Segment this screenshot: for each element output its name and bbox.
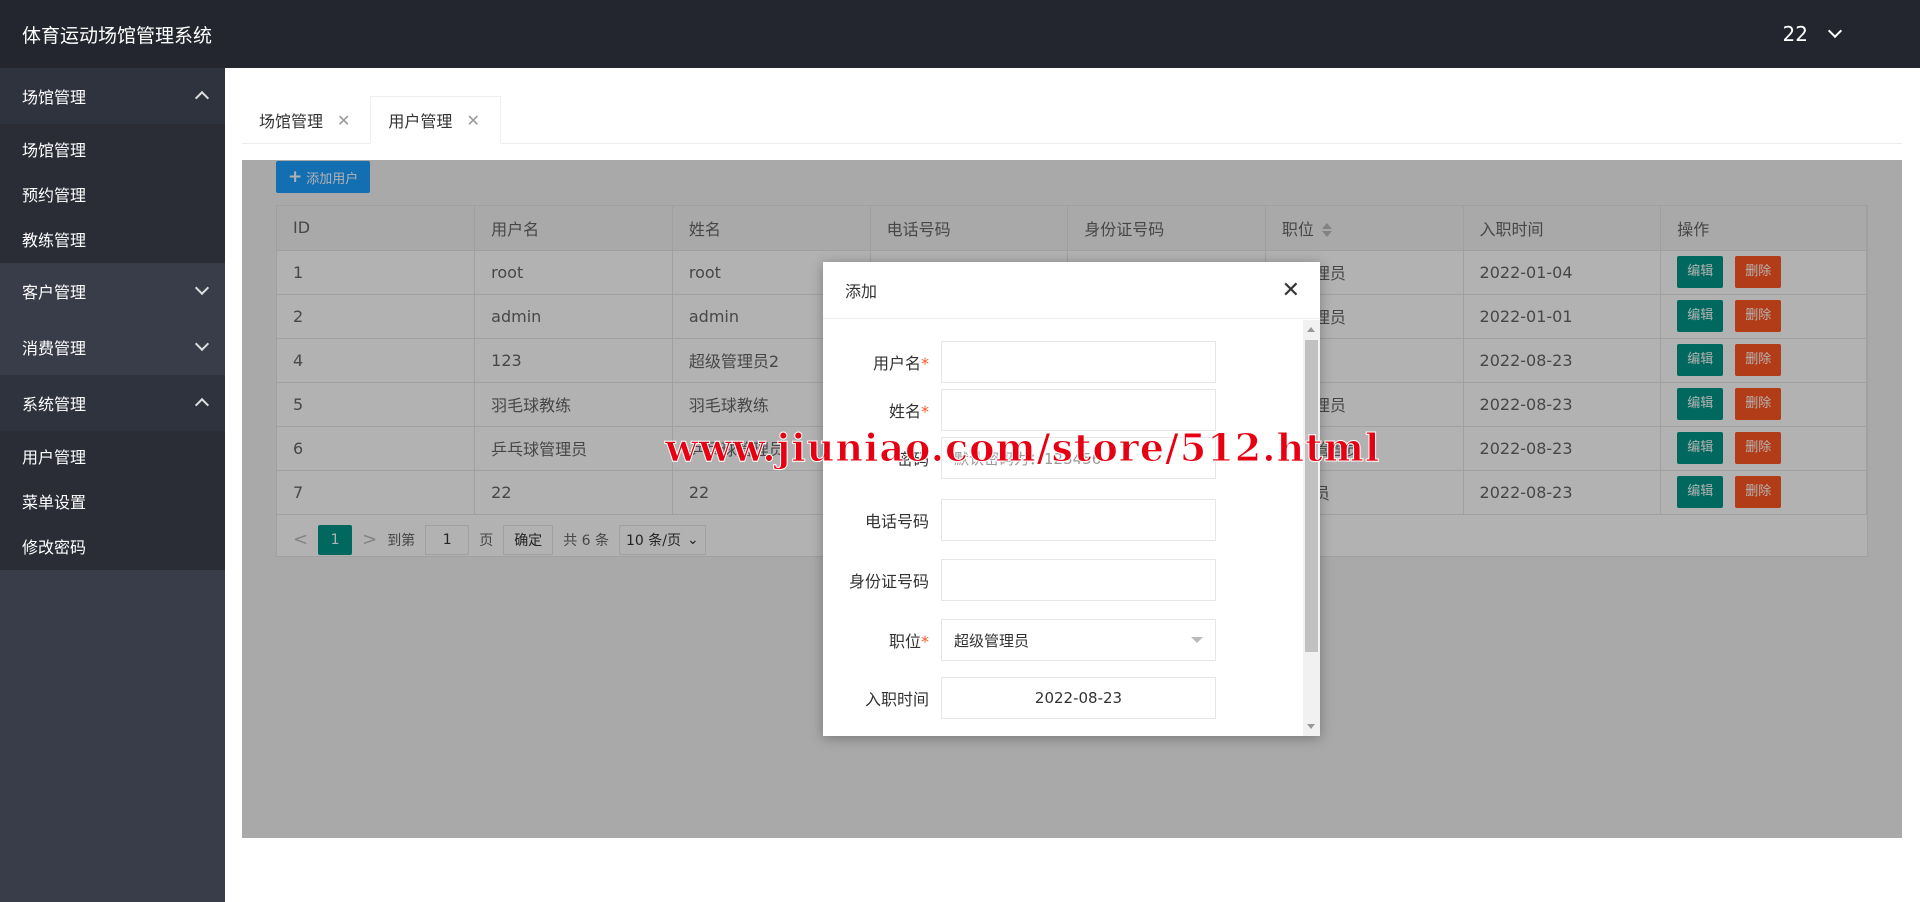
chevron-up-icon [194,397,210,413]
field-label: 职位* [823,628,941,652]
field-label: 姓名* [823,398,941,422]
sidebar: 体育运动场馆管理系统 场馆管理 场馆管理 预约管理 教练管理 客户管理 消费管理… [0,0,225,902]
chevron-down-icon [194,336,210,352]
sidebar-submenu-system: 用户管理 菜单设置 修改密码 [0,431,225,570]
field-label: 电话号码 [864,512,929,531]
chevron-down-icon [1827,23,1843,39]
field-label: 身份证号码 [848,572,929,591]
user-name: 22 [1782,22,1808,46]
dialog-scrollbar[interactable] [1303,320,1320,736]
sidebar-group-customer[interactable]: 客户管理 [0,263,225,319]
form-row-username: 用户名* [823,340,1303,384]
form-row-phone: 电话号码 [823,498,1303,542]
sidebar-group-label: 客户管理 [22,283,87,302]
sidebar-item-coach[interactable]: 教练管理 [0,216,225,261]
tab-label: 用户管理 [388,112,453,131]
label-text: 职位 [888,632,921,651]
sidebar-submenu-venue: 场馆管理 预约管理 教练管理 [0,124,225,263]
label-text: 用户名 [872,354,921,373]
tab-label: 场馆管理 [259,112,324,131]
caret-down-icon [1191,637,1203,643]
sidebar-item-venue-manage[interactable]: 场馆管理 [0,126,225,171]
required-mark: * [921,354,929,373]
chevron-down-icon [194,280,210,296]
required-mark: * [921,632,929,651]
top-header: 22 [225,0,1920,68]
field-label: 用户名* [823,350,941,374]
dialog-form: 用户名* 姓名* 密码 默认密码为：123456 电话号码 身份证号码 职位* … [823,320,1303,736]
tab-venue-manage[interactable]: 场馆管理 ✕ [242,96,370,144]
scroll-down-icon[interactable] [1307,724,1315,729]
required-mark: * [921,402,929,421]
watermark: www.jiuniao.com/store/512.html [664,425,1381,471]
role-select[interactable]: 超级管理员 [941,619,1216,661]
dialog-title: 添加 [845,282,878,301]
user-menu[interactable]: 22 [1782,0,1843,68]
sidebar-group-label: 场馆管理 [22,88,87,107]
close-icon[interactable]: ✕ [466,111,479,130]
sidebar-group-venue[interactable]: 场馆管理 [0,68,225,124]
sidebar-group-system[interactable]: 系统管理 [0,375,225,431]
sidebar-group-label: 系统管理 [22,395,87,414]
chevron-up-icon [194,90,210,106]
sidebar-item-change-password[interactable]: 修改密码 [0,523,225,568]
close-icon[interactable]: ✕ [1282,278,1300,303]
dialog-header: 添加 ✕ [823,262,1320,319]
idcard-input[interactable] [941,559,1216,601]
phone-input[interactable] [941,499,1216,541]
add-user-dialog: 添加 ✕ 用户名* 姓名* 密码 默认密码为：123456 电话号码 身份证号码… [823,262,1320,736]
sidebar-item-users[interactable]: 用户管理 [0,433,225,478]
app-title: 体育运动场馆管理系统 [0,0,225,68]
field-label: 入职时间 [864,690,929,709]
role-select-value: 超级管理员 [954,631,1030,650]
close-icon[interactable]: ✕ [337,111,350,130]
label-text: 姓名 [888,402,921,421]
form-row-idcard: 身份证号码 [823,558,1303,602]
form-row-hire-date: 入职时间 2022-08-23 [823,676,1303,720]
form-row-role: 职位* 超级管理员 [823,618,1303,662]
tab-bar: 场馆管理 ✕ 用户管理 ✕ [242,96,1902,144]
sidebar-item-menu-settings[interactable]: 菜单设置 [0,478,225,523]
sidebar-item-booking[interactable]: 预约管理 [0,171,225,216]
tab-user-manage[interactable]: 用户管理 ✕ [370,96,501,144]
sidebar-group-label: 消费管理 [22,339,87,358]
hire-date-input[interactable]: 2022-08-23 [941,677,1216,719]
sidebar-group-consumption[interactable]: 消费管理 [0,319,225,375]
username-input[interactable] [941,341,1216,383]
scroll-up-icon[interactable] [1307,327,1315,332]
scroll-thumb[interactable] [1305,340,1318,652]
